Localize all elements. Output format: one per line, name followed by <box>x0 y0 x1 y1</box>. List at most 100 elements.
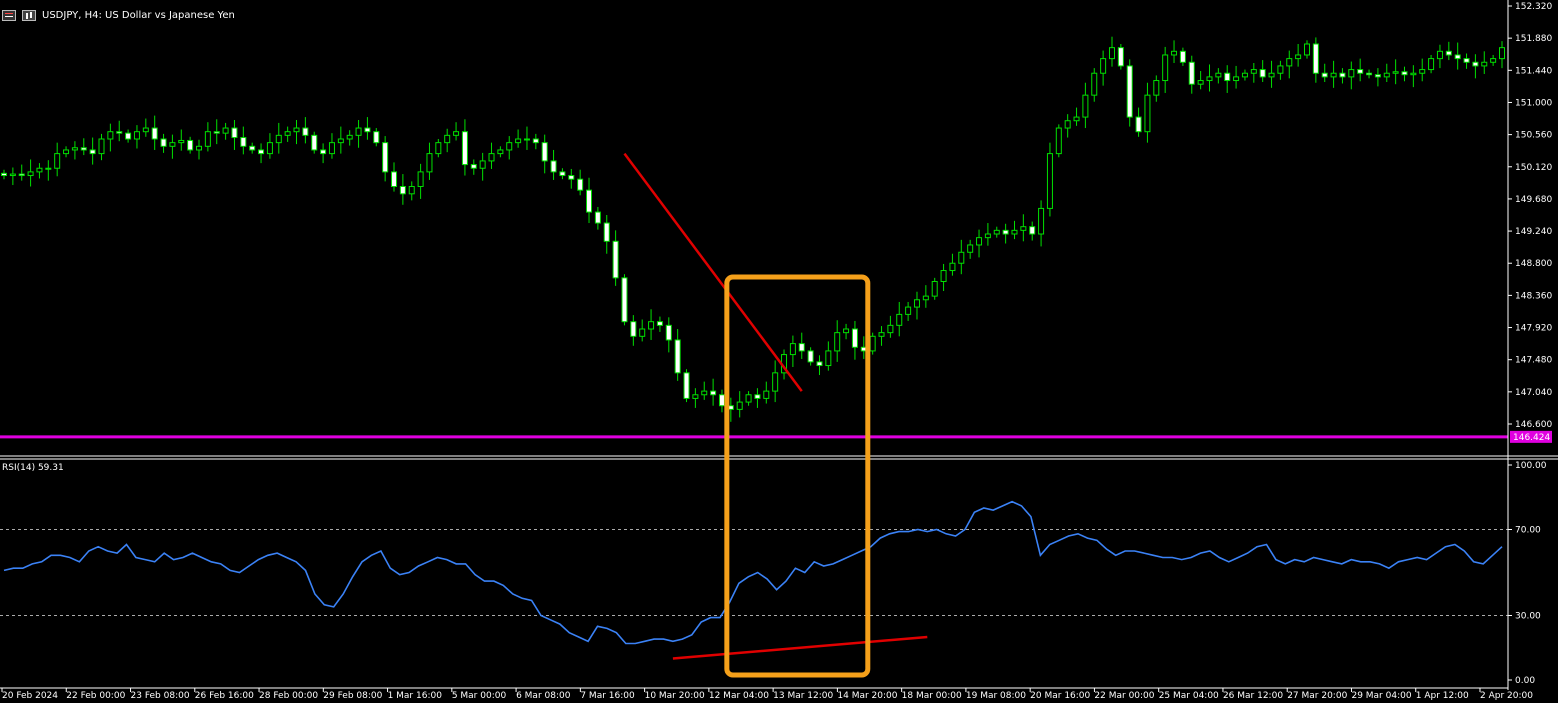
candle[interactable] <box>639 319 646 342</box>
candle[interactable] <box>1410 65 1417 88</box>
candle[interactable] <box>1171 40 1178 63</box>
candle[interactable] <box>1126 59 1133 127</box>
candle[interactable] <box>656 316 663 332</box>
candle[interactable] <box>718 389 725 413</box>
candle[interactable] <box>993 226 1000 238</box>
candle[interactable] <box>54 142 61 177</box>
candle[interactable] <box>1241 69 1248 81</box>
candle[interactable] <box>789 335 796 367</box>
candle[interactable] <box>586 177 593 224</box>
candle[interactable] <box>373 128 380 147</box>
candle[interactable] <box>949 253 956 276</box>
candle[interactable] <box>231 120 238 150</box>
candle[interactable] <box>1499 41 1505 69</box>
candle[interactable] <box>337 126 344 154</box>
candle[interactable] <box>125 129 132 143</box>
candle[interactable] <box>1038 200 1045 247</box>
candle[interactable] <box>1250 63 1257 83</box>
candle[interactable] <box>710 378 717 406</box>
candle[interactable] <box>1436 44 1443 69</box>
chart-menu-icon[interactable] <box>22 9 36 21</box>
candle[interactable] <box>391 162 398 192</box>
candle[interactable] <box>240 126 247 155</box>
candle[interactable] <box>1490 54 1497 66</box>
candle[interactable] <box>1117 44 1124 70</box>
candle[interactable] <box>98 133 105 161</box>
candle[interactable] <box>515 129 522 148</box>
candle[interactable] <box>869 332 876 355</box>
candle[interactable] <box>1357 58 1364 82</box>
candle[interactable] <box>1295 44 1302 67</box>
candle[interactable] <box>674 329 681 381</box>
candle[interactable] <box>913 291 920 320</box>
candle[interactable] <box>568 168 575 189</box>
candle[interactable] <box>1339 68 1346 84</box>
candle[interactable] <box>1100 50 1107 86</box>
candle[interactable] <box>1348 61 1355 90</box>
candle[interactable] <box>905 301 912 321</box>
candle[interactable] <box>142 118 149 137</box>
candle[interactable] <box>931 277 938 300</box>
candle[interactable] <box>1091 68 1098 102</box>
candle[interactable] <box>479 152 486 181</box>
candle[interactable] <box>497 146 504 158</box>
candle[interactable] <box>1259 60 1266 82</box>
candle[interactable] <box>1135 107 1142 137</box>
candle[interactable] <box>18 164 25 181</box>
candle[interactable] <box>382 136 389 182</box>
candle[interactable] <box>603 215 610 254</box>
candle[interactable] <box>1 169 7 180</box>
candle[interactable] <box>107 123 114 152</box>
candle[interactable] <box>488 142 495 169</box>
candle[interactable] <box>196 139 203 160</box>
candle[interactable] <box>1428 54 1435 74</box>
candle[interactable] <box>621 274 628 326</box>
candle[interactable] <box>763 381 770 404</box>
candle[interactable] <box>1153 75 1160 102</box>
candle[interactable] <box>204 122 211 152</box>
candle[interactable] <box>984 223 991 246</box>
candle[interactable] <box>825 341 832 371</box>
candle[interactable] <box>506 136 513 160</box>
candle[interactable] <box>133 125 140 149</box>
candle[interactable] <box>1277 60 1284 80</box>
candle[interactable] <box>80 138 87 156</box>
candle[interactable] <box>408 181 415 201</box>
candle[interactable] <box>816 355 823 376</box>
candle[interactable] <box>532 133 539 150</box>
candle[interactable] <box>967 239 974 259</box>
candle[interactable] <box>89 137 96 165</box>
candle[interactable] <box>976 229 983 258</box>
candle[interactable] <box>754 388 761 408</box>
candle[interactable] <box>71 141 78 160</box>
candle[interactable] <box>922 285 929 308</box>
candle[interactable] <box>559 168 566 180</box>
candle[interactable] <box>213 119 220 145</box>
candle[interactable] <box>1419 58 1426 82</box>
candle[interactable] <box>1064 114 1071 138</box>
candle[interactable] <box>63 146 70 158</box>
candle[interactable] <box>896 301 903 337</box>
candle[interactable] <box>541 134 548 174</box>
candle[interactable] <box>887 315 894 338</box>
candle[interactable] <box>1055 124 1062 158</box>
candle[interactable] <box>1020 214 1027 242</box>
candle[interactable] <box>266 133 273 159</box>
candle[interactable] <box>45 160 52 181</box>
candle[interactable] <box>470 159 477 175</box>
candle[interactable] <box>169 134 176 159</box>
candle[interactable] <box>249 142 256 154</box>
candle[interactable] <box>683 369 690 403</box>
price-chart[interactable]: 152.320 151.880 151.440 151.000 150.560 150.1… <box>0 0 1558 703</box>
candle[interactable] <box>958 239 965 275</box>
rsi-line[interactable] <box>3 500 1503 645</box>
candle[interactable] <box>284 126 291 142</box>
candle[interactable] <box>745 391 752 406</box>
candle[interactable] <box>1215 68 1222 84</box>
candle[interactable] <box>258 143 265 164</box>
candle[interactable] <box>1046 142 1053 217</box>
candle[interactable] <box>1481 51 1488 74</box>
candle[interactable] <box>328 133 335 159</box>
candle[interactable] <box>178 129 185 151</box>
candle[interactable] <box>187 136 194 154</box>
